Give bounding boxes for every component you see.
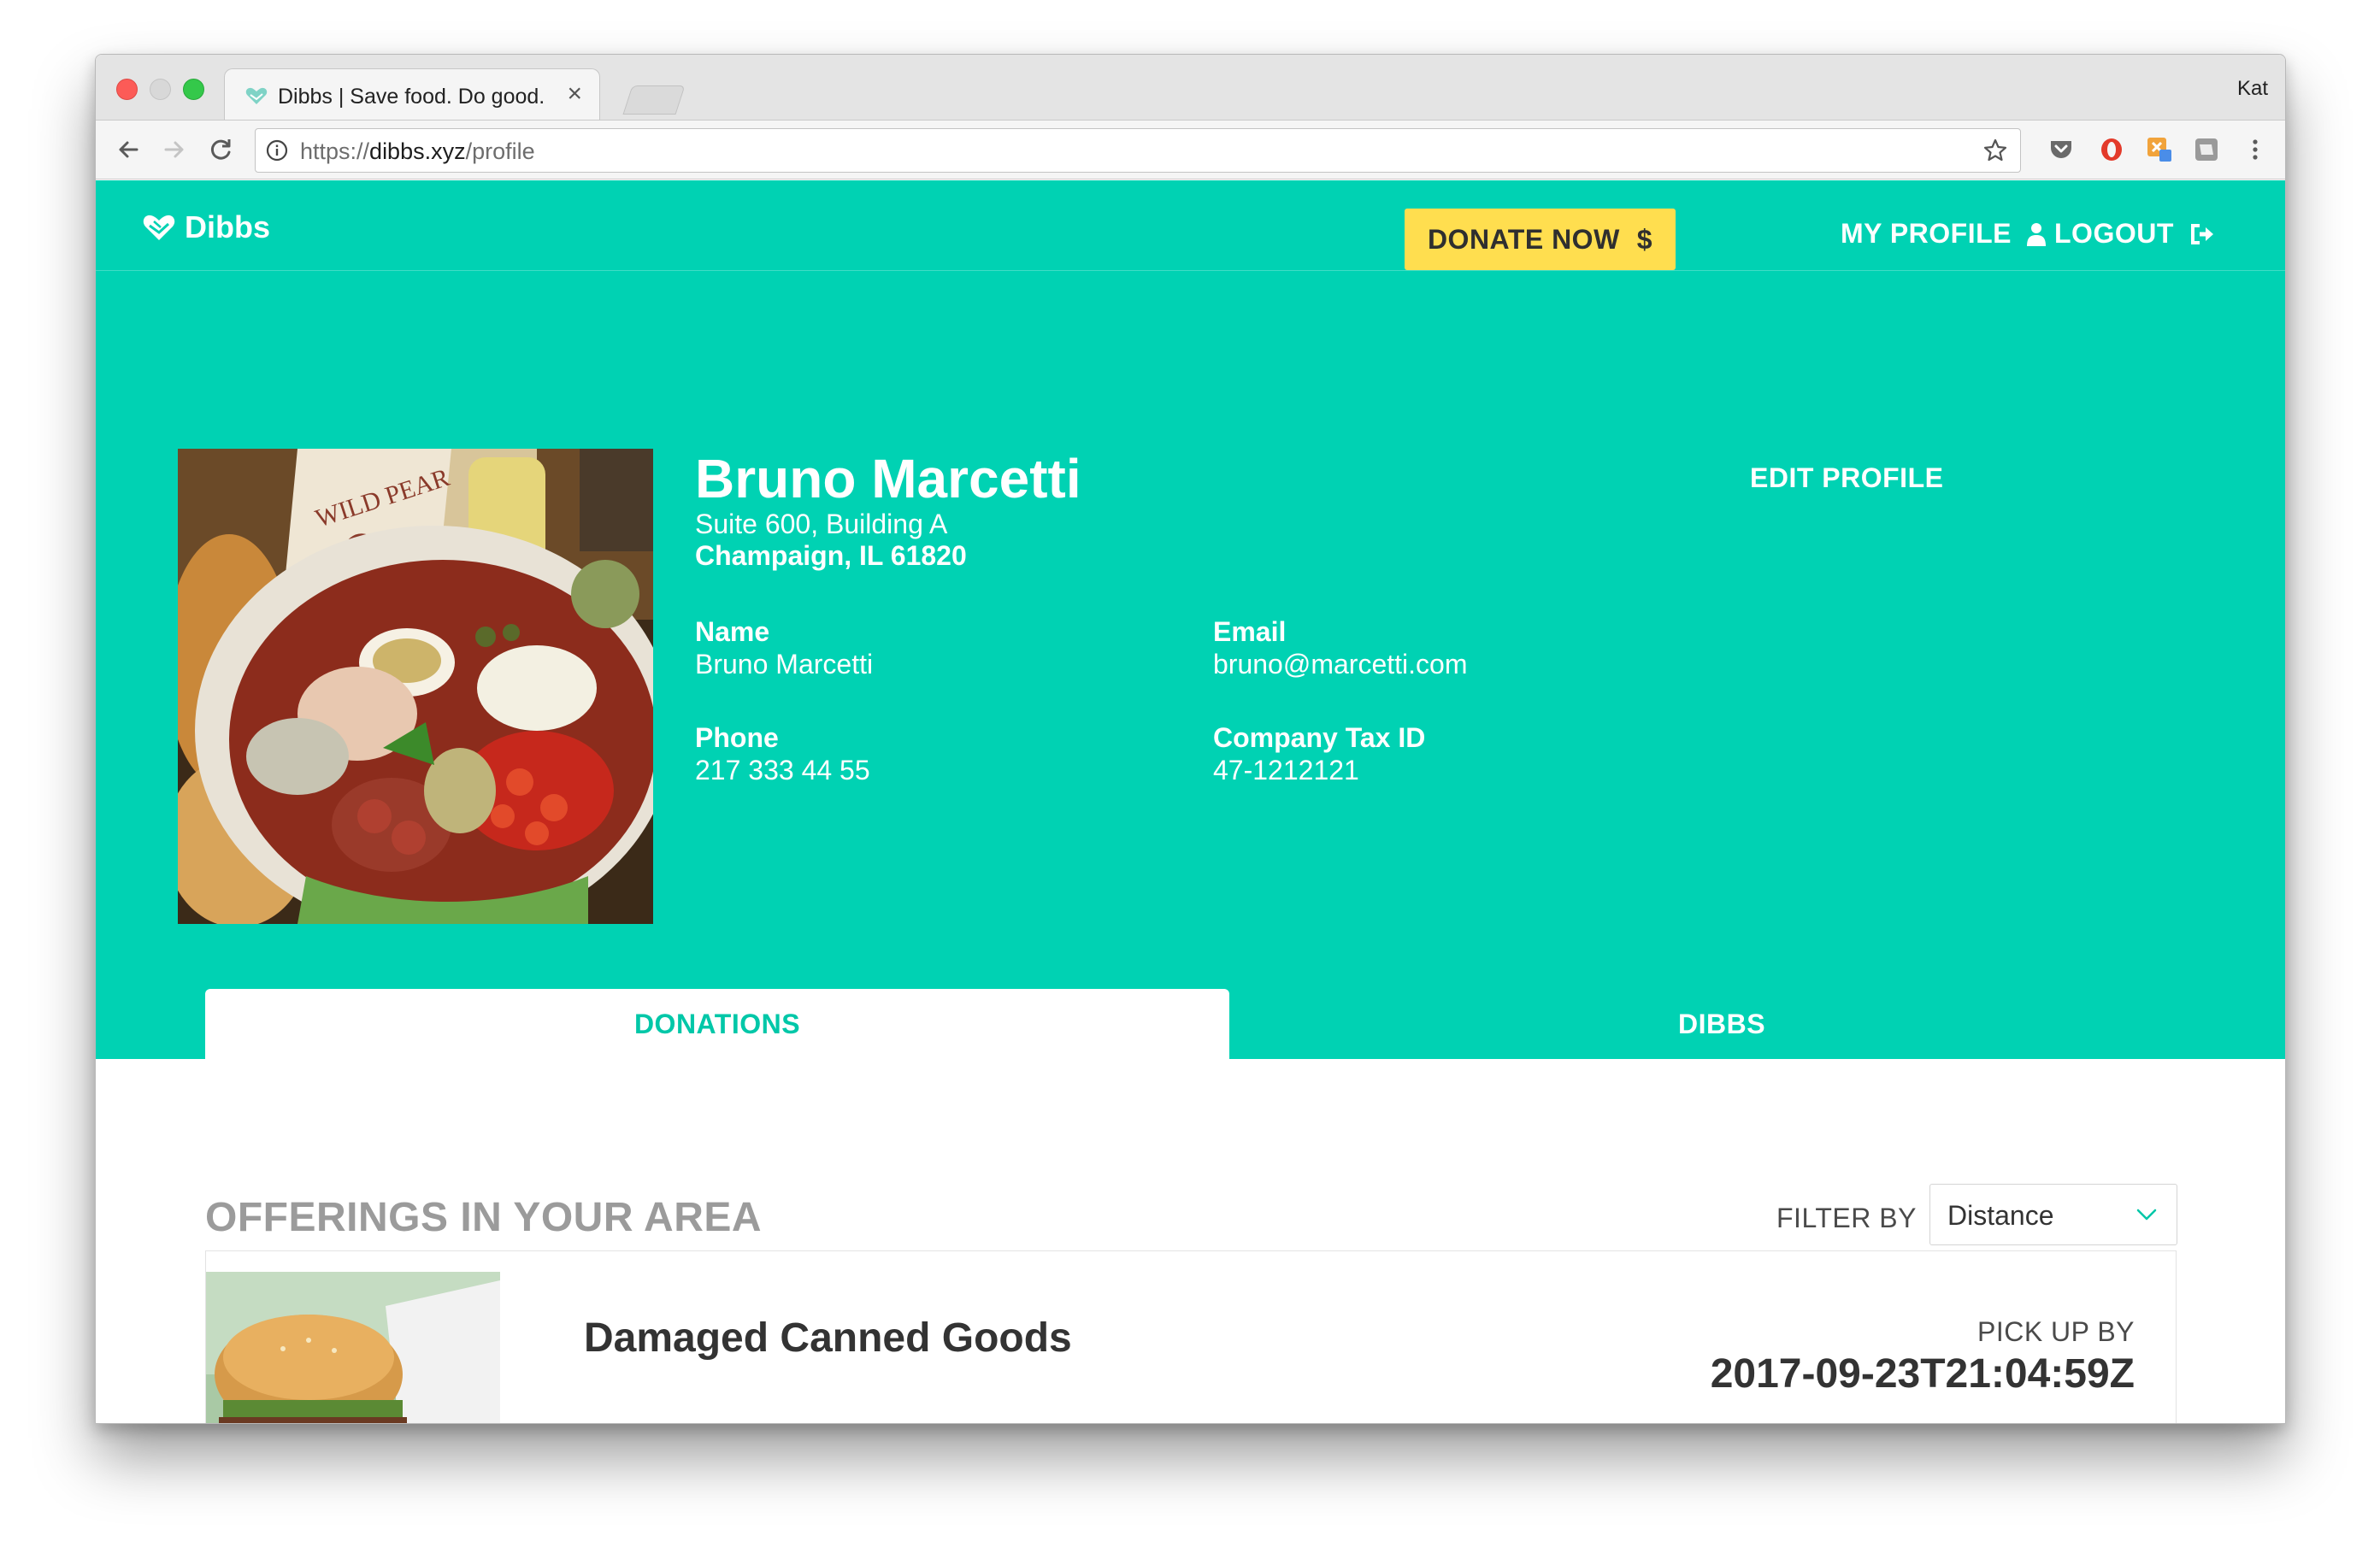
tax-id-value: 47-1212121 <box>1213 755 1359 785</box>
bookmark-star-icon[interactable] <box>1982 138 2008 163</box>
filter-dropdown[interactable]: Distance <box>1929 1184 2177 1245</box>
browser-toolbar: https://dibbs.xyz/profile <box>96 120 2285 179</box>
offerings-heading: OFFERINGS IN YOUR AREA <box>205 1195 763 1240</box>
page-viewport: Dibbs DONATE NOW $ MY PROFILE LOGOUT WIL… <box>96 180 2285 1423</box>
address-bar[interactable]: https://dibbs.xyz/profile <box>255 128 2021 173</box>
offering-title: Damaged Canned Goods <box>584 1315 1072 1361</box>
offering-thumbnail <box>206 1272 500 1423</box>
back-arrow-icon[interactable] <box>113 134 144 165</box>
email-label: Email <box>1213 616 1287 647</box>
screenshot-extension-icon[interactable] <box>2193 136 2220 163</box>
brand-logo[interactable]: Dibbs <box>142 209 270 245</box>
tax-id-label: Company Tax ID <box>1213 722 1426 753</box>
offering-card[interactable]: Damaged Canned Goods PICK UP BY 2017-09-… <box>205 1250 2177 1423</box>
profile-hero: Dibbs DONATE NOW $ MY PROFILE LOGOUT WIL… <box>96 180 2285 1059</box>
name-value: Bruno Marcetti <box>695 649 874 679</box>
filter-by-label: FILTER BY <box>1776 1203 1917 1233</box>
browser-titlebar: Dibbs | Save food. Do good. × Kat <box>96 55 2285 121</box>
profile-name-heading: Bruno Marcetti <box>695 448 1081 509</box>
reload-icon[interactable] <box>205 134 236 165</box>
my-profile-label: MY PROFILE <box>1841 218 2012 249</box>
donate-now-button[interactable]: DONATE NOW $ <box>1405 209 1676 270</box>
address-line-2: Champaign, IL 61820 <box>695 540 967 571</box>
tab-close-icon[interactable]: × <box>567 79 582 108</box>
phone-value: 217 333 44 55 <box>695 755 870 785</box>
browser-tab[interactable]: Dibbs | Save food. Do good. × <box>224 68 600 121</box>
opera-extension-icon[interactable] <box>2098 136 2125 163</box>
logout-link[interactable]: LOGOUT <box>2054 218 2215 250</box>
info-icon[interactable] <box>266 139 288 162</box>
address-line-1: Suite 600, Building A <box>695 509 948 539</box>
menu-dots-icon[interactable] <box>2242 136 2269 163</box>
dollar-icon: $ <box>1636 223 1653 255</box>
donate-now-label: DONATE NOW <box>1427 223 1620 255</box>
phone-label: Phone <box>695 722 779 753</box>
close-window-button[interactable] <box>116 79 138 100</box>
dibbs-favicon-icon <box>245 87 268 104</box>
zoom-window-button[interactable] <box>183 79 204 100</box>
profile-photo: WILD PEAR <box>178 449 653 924</box>
browser-window: Dibbs | Save food. Do good. × Kat https:… <box>95 54 2286 1424</box>
filter-selected-value: Distance <box>1947 1200 2054 1231</box>
nav-divider <box>96 270 2285 271</box>
tab-title: Dibbs | Save food. Do good. <box>278 85 545 109</box>
logout-label: LOGOUT <box>2054 218 2174 249</box>
email-value: bruno@marcetti.com <box>1213 649 1468 679</box>
chevron-down-icon <box>2136 1209 2157 1221</box>
pocket-extension-icon[interactable] <box>2047 136 2075 163</box>
edit-profile-link[interactable]: EDIT PROFILE <box>1750 462 1943 494</box>
pickup-date: 2017-09-23T21:04:59Z <box>1710 1351 2135 1397</box>
browser-profile-name[interactable]: Kat <box>2237 77 2268 101</box>
profile-tabs: DONATIONS DIBBS <box>205 989 2175 1059</box>
url-text: https://dibbs.xyz/profile <box>300 138 535 165</box>
heart-hands-icon <box>143 215 175 240</box>
brand-name: Dibbs <box>185 209 271 244</box>
my-profile-link[interactable]: MY PROFILE <box>1841 218 2046 250</box>
url-scheme: https:// <box>300 138 370 164</box>
minimize-window-button[interactable] <box>150 79 171 100</box>
notification-extension-icon[interactable] <box>2146 136 2173 163</box>
new-tab-button[interactable] <box>622 85 686 115</box>
pickup-by-label: PICK UP BY <box>1976 1316 2135 1347</box>
url-path: /profile <box>465 138 535 164</box>
tab-donations[interactable]: DONATIONS <box>205 989 1229 1059</box>
user-icon <box>2026 222 2046 246</box>
name-label: Name <box>695 616 770 647</box>
forward-arrow-icon[interactable] <box>159 134 190 165</box>
url-host: dibbs.xyz <box>369 138 466 164</box>
tab-dibbs[interactable]: DIBBS <box>1229 989 2214 1059</box>
sign-out-icon <box>2190 223 2213 244</box>
